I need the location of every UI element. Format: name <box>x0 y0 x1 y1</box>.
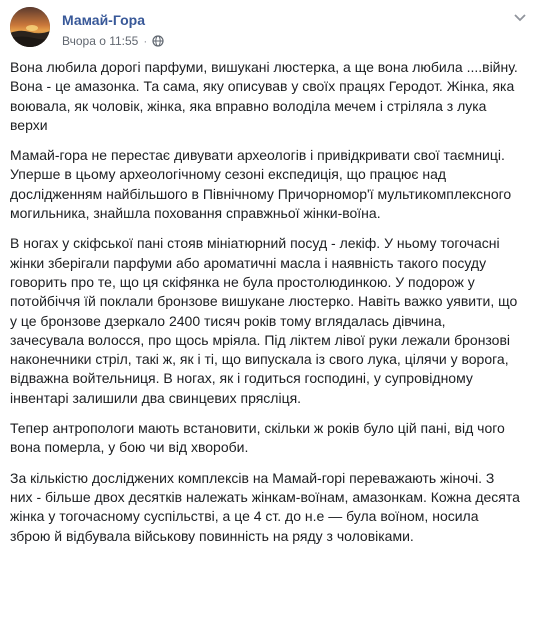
post-meta: Вчора о 11:55 · <box>62 34 164 48</box>
sunset-avatar-image <box>10 7 50 47</box>
post-options-button[interactable] <box>511 9 529 27</box>
globe-icon[interactable] <box>152 35 164 47</box>
post-paragraph: Тепер антропологи мають встановити, скіл… <box>10 420 505 456</box>
page-name-link[interactable]: Мамай-Гора <box>62 12 145 28</box>
post-paragraph: В ногах у скіфської пані стояв мініатюрн… <box>10 235 518 406</box>
post-paragraph: Вона любила дорогі парфуми, вишукані люс… <box>10 59 518 133</box>
facebook-post: Мамай-Гора Вчора о 11:55 · Вона любила д… <box>0 0 543 618</box>
post-header: Мамай-Гора Вчора о 11:55 · <box>10 7 535 55</box>
chevron-down-icon <box>514 14 526 22</box>
post-body: Вона любила дорогі парфуми, вишукані люс… <box>10 58 520 557</box>
post-timestamp[interactable]: Вчора о 11:55 <box>62 34 138 48</box>
meta-separator: · <box>143 34 148 48</box>
page-avatar[interactable] <box>10 7 50 47</box>
post-paragraph: За кількістю досліджених комплексів на М… <box>10 469 520 544</box>
post-paragraph: Мамай-гора не перестає дивувати археолог… <box>10 147 512 222</box>
